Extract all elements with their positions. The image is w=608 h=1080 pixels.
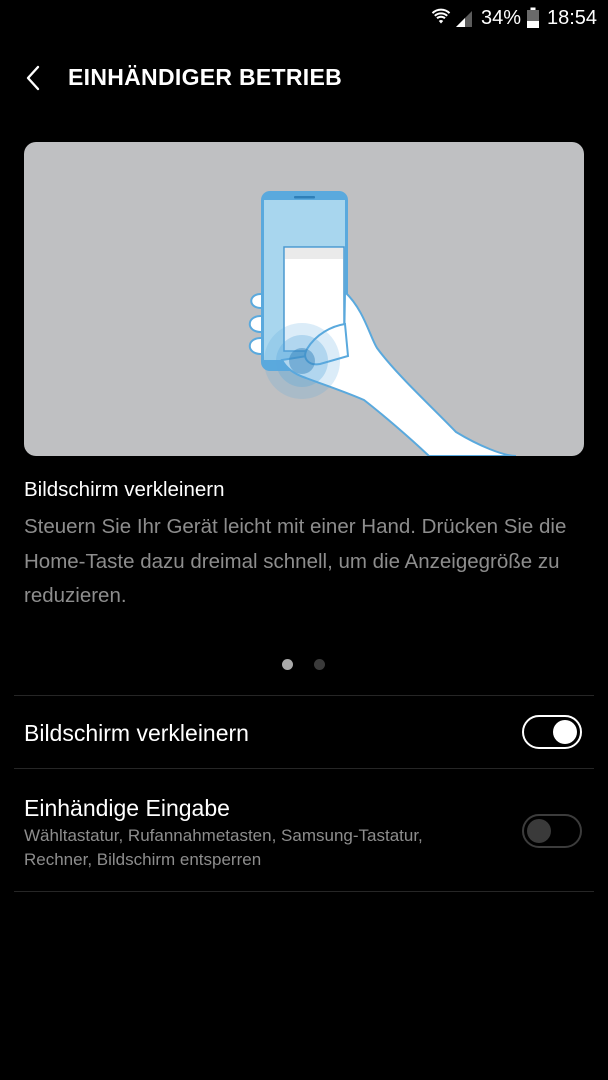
setting-row-bildschirm-verkleinern[interactable]: Bildschirm verkleinern — [0, 696, 608, 768]
illustration-card — [24, 142, 584, 456]
battery-icon — [527, 7, 539, 28]
signal-icon — [456, 11, 472, 27]
einhaendige-eingabe-toggle[interactable] — [522, 814, 582, 848]
setting-title: Einhändige Eingabe — [24, 795, 230, 821]
back-button[interactable] — [14, 56, 54, 100]
clock: 18:54 — [547, 7, 598, 29]
page-dot-inactive[interactable] — [314, 659, 325, 670]
app-bar: EINHÄNDIGER BETRIEB — [0, 42, 608, 114]
page-dot-active[interactable] — [282, 659, 293, 670]
setting-title: Bildschirm verkleinern — [24, 720, 249, 746]
description-body: Steuern Sie Ihr Gerät leicht mit einer H… — [24, 515, 567, 607]
chevron-left-icon — [26, 65, 40, 91]
toggle-knob — [527, 819, 551, 843]
toggle-knob — [553, 720, 577, 744]
setting-row-einhaendige-eingabe[interactable]: Einhändige Eingabe Wähltastatur, Rufanna… — [0, 769, 608, 891]
wifi-icon — [431, 8, 451, 24]
description-title: Bildschirm verkleinern — [24, 478, 225, 501]
battery-percent: 34% — [481, 7, 522, 29]
divider — [14, 891, 594, 892]
setting-subtitle: Wähltastatur, Rufannahmetasten, Samsung-… — [24, 826, 423, 869]
status-bar: 34% 18:54 — [0, 0, 608, 38]
bildschirm-verkleinern-toggle[interactable] — [522, 715, 582, 749]
page-title: EINHÄNDIGER BETRIEB — [68, 64, 343, 90]
one-handed-phone-illustration — [248, 191, 517, 456]
